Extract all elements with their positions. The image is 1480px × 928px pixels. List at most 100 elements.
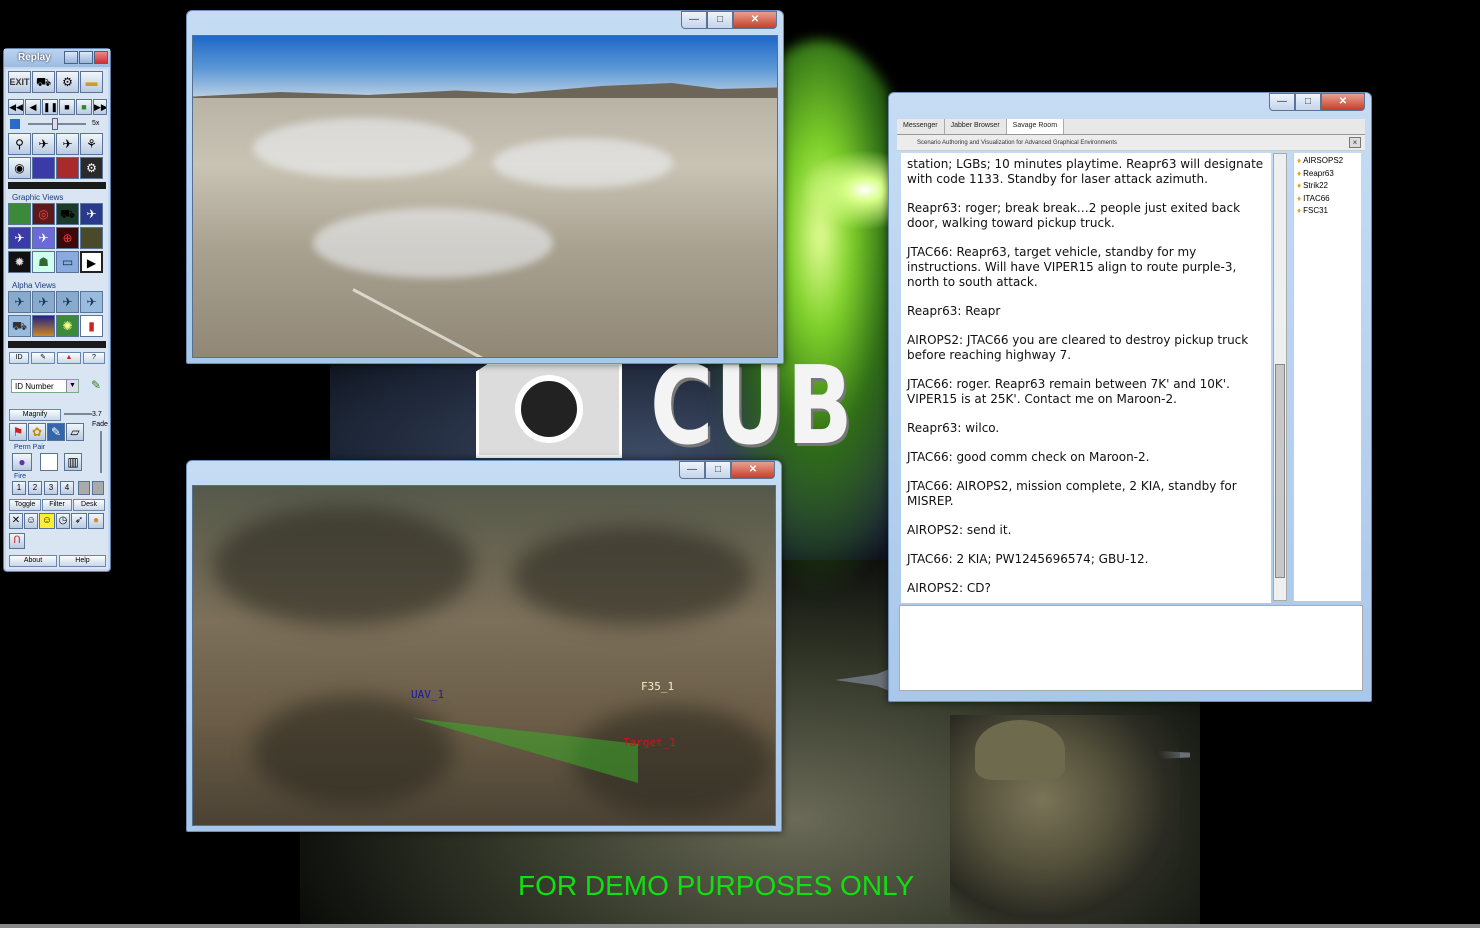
jet-icon[interactable]: ✈ — [8, 227, 31, 249]
magnify-button[interactable]: Magnify — [9, 409, 61, 421]
help-button[interactable]: Help — [59, 555, 106, 567]
tab-messenger[interactable]: Messenger — [897, 119, 945, 134]
cannon-icon[interactable]: ⛟ — [32, 71, 55, 93]
world-map-icon[interactable] — [8, 203, 31, 225]
tank-icon[interactable]: ⛟ — [56, 203, 79, 225]
bomb-icon[interactable]: ● — [88, 513, 104, 529]
speed-slider-thumb[interactable] — [52, 118, 58, 130]
id-tab[interactable]: ID — [9, 352, 29, 364]
pencil-tab-icon[interactable]: ✎ — [31, 352, 55, 364]
explosion-icon[interactable]: ✺ — [56, 315, 79, 337]
fire-extra-button[interactable] — [78, 481, 90, 495]
participant[interactable]: FSC31 — [1297, 205, 1361, 218]
close-room-button[interactable]: × — [1349, 137, 1361, 148]
clock-icon[interactable]: ◷ — [56, 513, 70, 529]
minimize-button[interactable]: — — [681, 11, 707, 29]
filter-tab[interactable]: Filter — [42, 499, 72, 511]
terrain-icon[interactable] — [80, 227, 103, 249]
trash-icon[interactable]: ▥ — [64, 453, 82, 471]
fire-3-button[interactable]: 3 — [44, 481, 58, 495]
tool-icon[interactable]: ✎ — [47, 423, 65, 441]
maximize-button[interactable]: □ — [1295, 93, 1321, 111]
close-button[interactable]: ✕ — [1321, 93, 1365, 111]
rewind-icon[interactable]: ◀◀ — [8, 99, 24, 115]
dome-tab-icon[interactable]: ▲ — [57, 352, 81, 364]
maximize-button[interactable]: □ — [705, 461, 731, 479]
person-icon[interactable]: ☺ — [24, 513, 38, 529]
pause-icon[interactable]: ❚❚ — [42, 99, 58, 115]
pen-icon[interactable]: ✎ — [86, 375, 106, 395]
formation-icon[interactable]: ✈ — [80, 203, 103, 225]
fast-forward-icon[interactable]: ▶▶ — [93, 99, 107, 115]
close-button[interactable]: ✕ — [733, 11, 777, 29]
troops-icon[interactable]: ☗ — [32, 251, 55, 273]
wing-icon[interactable]: ✈ — [32, 227, 55, 249]
chat-input[interactable] — [899, 605, 1363, 691]
aircraft-icon[interactable]: ✈ — [32, 133, 55, 155]
bar-chart-icon[interactable]: ▮ — [80, 315, 103, 337]
uav-label[interactable]: UAV_1 — [411, 688, 444, 701]
maximize-button[interactable]: □ — [707, 11, 733, 29]
flag-icon[interactable]: ⚑ — [9, 423, 27, 441]
minimize-button[interactable] — [64, 51, 78, 64]
sunset-icon[interactable] — [32, 315, 55, 337]
map-icon[interactable] — [56, 157, 79, 179]
magnify-slider[interactable] — [64, 413, 92, 415]
f35-label[interactable]: F35_1 — [641, 680, 674, 693]
close-icon[interactable]: ✕ — [9, 513, 23, 529]
eraser-icon[interactable]: ▱ — [66, 423, 84, 441]
chat-scrollbar[interactable] — [1273, 153, 1287, 601]
participant[interactable]: Reapr63 — [1297, 168, 1361, 181]
step-back-icon[interactable]: ◀ — [25, 99, 41, 115]
link-icon[interactable]: ⚙ — [80, 157, 103, 179]
smiley-icon[interactable]: ☺ — [39, 513, 55, 529]
network-icon[interactable]: ▭ — [56, 251, 79, 273]
minimize-button[interactable]: — — [679, 461, 705, 479]
fire-extra-button[interactable] — [92, 481, 104, 495]
vehicle-icon[interactable]: ⚘ — [80, 133, 103, 155]
aircraft-icon[interactable]: ✈ — [56, 133, 79, 155]
participant[interactable]: ITAC66 — [1297, 193, 1361, 206]
exit-button[interactable]: EXIT — [8, 71, 31, 93]
toggle-tab[interactable]: Toggle — [9, 499, 41, 511]
close-button[interactable]: ✕ — [731, 461, 775, 479]
scroll-thumb[interactable] — [1275, 364, 1285, 578]
help-tab-icon[interactable]: ? — [83, 352, 105, 364]
tab-savage-room[interactable]: Savage Room — [1006, 119, 1065, 134]
multi-view-icon[interactable] — [32, 157, 55, 179]
globe-icon[interactable]: ● — [12, 453, 32, 471]
target-icon[interactable]: ✿ — [28, 423, 46, 441]
tactical-3d-viewport[interactable]: UAV_1 F35_1 Target_1 — [192, 485, 776, 826]
fire-2-button[interactable]: 2 — [28, 481, 42, 495]
terrain-view-window[interactable]: — □ ✕ — [186, 10, 784, 364]
crosshair-icon[interactable]: ⊕ — [56, 227, 79, 249]
target-label[interactable]: Target_1 — [623, 736, 676, 749]
starburst-icon[interactable]: ✹ — [8, 251, 31, 273]
tactical-view-window[interactable]: — □ ✕ UAV_1 F35_1 Target_1 — [186, 460, 782, 832]
maximize-button[interactable] — [79, 51, 93, 64]
participant[interactable]: AIRSOPS2 — [1297, 155, 1361, 168]
minimize-button[interactable]: — — [1269, 93, 1295, 111]
video-icon[interactable]: ▶ — [80, 251, 103, 273]
blank-button[interactable] — [40, 453, 58, 471]
camera-icon[interactable]: ◉ — [8, 157, 31, 179]
record-icon[interactable]: ■ — [76, 99, 92, 115]
about-button[interactable]: About — [9, 555, 57, 567]
fire-4-button[interactable]: 4 — [60, 481, 74, 495]
replay-panel[interactable]: Replay EXIT ⛟ ⚙ ▬ ◀◀ ◀ ❚❚ ■ ■ ▶▶ 5x ⚲ ✈ — [3, 48, 111, 572]
jet-icon[interactable]: ✈ — [80, 291, 103, 313]
radar-icon[interactable]: ◎ — [32, 203, 55, 225]
id-number-select[interactable]: ID Number ▼ — [11, 379, 79, 393]
fire-1-button[interactable]: 1 — [12, 481, 26, 495]
chevron-down-icon[interactable]: ▼ — [66, 380, 78, 392]
close-button[interactable] — [94, 51, 108, 64]
jet-icon[interactable]: ✈ — [32, 291, 55, 313]
chat-window[interactable]: — □ ✕ Messenger Jabber Browser Savage Ro… — [888, 92, 1372, 702]
terrain-3d-viewport[interactable] — [192, 35, 778, 358]
settings-icon[interactable]: ⚙ — [56, 71, 79, 93]
participant[interactable]: Strik22 — [1297, 180, 1361, 193]
fade-slider[interactable] — [100, 431, 102, 473]
jet-icon[interactable]: ✈ — [8, 291, 31, 313]
binoculars-icon[interactable]: ⚲ — [8, 133, 31, 155]
jet-icon[interactable]: ✈ — [56, 291, 79, 313]
